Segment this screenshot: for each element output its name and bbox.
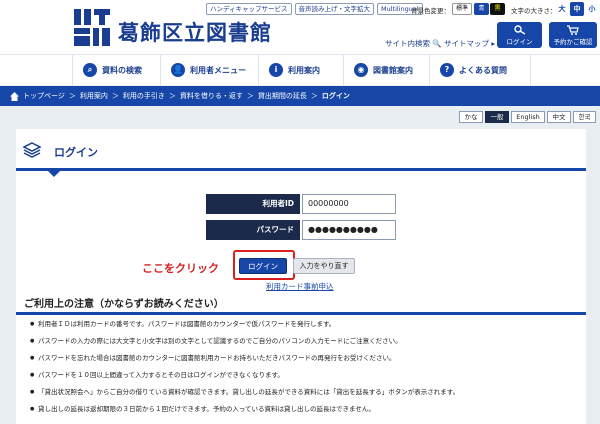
list-item: パスワードを１０回以上間違って入力するとその日はログインができなくなります。 bbox=[30, 372, 459, 389]
user-icon: 👤 bbox=[171, 63, 185, 77]
bg-blue-button[interactable]: 青 bbox=[474, 3, 489, 15]
list-item: 「貸出状況照会へ」からご自分の借りている資料が確認できます。貸し出しの延長ができ… bbox=[30, 389, 459, 406]
handicap-service-button[interactable]: ハンディキャップサービス bbox=[206, 3, 292, 15]
text-size-medium-button[interactable]: 中 bbox=[570, 2, 584, 16]
list-item: 利用者ＩＤは利用カードの番号です。パスワードは図書館のカウンターで仮パスワードを… bbox=[30, 321, 459, 338]
header-login-button[interactable]: ログイン bbox=[497, 22, 542, 48]
user-id-input[interactable]: 00000000 bbox=[302, 194, 396, 214]
read-aloud-button[interactable]: 音声読み上げ・文字拡大 bbox=[294, 3, 375, 15]
bg-color-label: 背景色変更： bbox=[411, 7, 450, 15]
bg-standard-button[interactable]: 標準 bbox=[452, 3, 472, 15]
lang-kana-button[interactable]: かな bbox=[459, 111, 483, 123]
home-icon bbox=[10, 91, 19, 101]
breadcrumb-top[interactable]: トップページ bbox=[23, 91, 65, 101]
page-title: ログイン bbox=[54, 146, 98, 159]
login-panel: ログイン 利用者ID 00000000 パスワード ●●●●●●●●●● ここを… bbox=[16, 129, 586, 424]
site-header: 葛飾区立図書館 ハンディキャップサービス 音声読み上げ・文字拡大 Multili… bbox=[0, 0, 600, 54]
breadcrumb-guide[interactable]: 利用の手引き bbox=[123, 91, 165, 101]
login-submit-button[interactable]: ログイン bbox=[239, 258, 287, 274]
breadcrumb: トップページ＞ 利用案内＞ 利用の手引き＞ 資料を借りる・返す＞ 貸出期間の延長… bbox=[0, 86, 600, 106]
card-preregister-link[interactable]: 利用カード事前申込 bbox=[266, 281, 334, 292]
reservation-cart-button[interactable]: 予約かご確認 bbox=[549, 22, 597, 48]
nav-item-usage-guide[interactable]: i 利用案内 bbox=[258, 55, 343, 85]
site-search-link[interactable]: サイト内検索 🔍 bbox=[385, 38, 442, 49]
notice-list: 利用者ＩＤは利用カードの番号です。パスワードは図書館のカウンターで仮パスワードを… bbox=[30, 321, 459, 423]
nav-item-library-guide[interactable]: ◉ 図書館案内 bbox=[343, 55, 429, 85]
breadcrumb-borrow[interactable]: 資料を借りる・返す bbox=[180, 91, 243, 101]
lang-korean-button[interactable]: 한국 bbox=[573, 111, 596, 123]
lang-chinese-button[interactable]: 中文 bbox=[547, 111, 571, 123]
cart-icon bbox=[567, 25, 579, 35]
nav-item-user-menu[interactable]: 👤 利用者メニュー bbox=[160, 55, 258, 85]
question-icon: ? bbox=[440, 63, 454, 77]
breadcrumb-extend[interactable]: 貸出期間の延長 bbox=[258, 91, 307, 101]
list-item: 貸し出しの延長は返却期限の３日前から１回だけできます。予約の入っている資料は貸し… bbox=[30, 406, 459, 423]
bg-black-button[interactable]: 黒 bbox=[490, 3, 505, 15]
breadcrumb-usage[interactable]: 利用案内 bbox=[80, 91, 108, 101]
site-name[interactable]: 葛飾区立図書館 bbox=[118, 17, 272, 47]
site-map-link[interactable]: サイトマップ ▸ bbox=[444, 38, 495, 49]
nav-item-faq[interactable]: ? よくある質問 bbox=[429, 55, 531, 85]
password-label: パスワード bbox=[206, 220, 300, 240]
text-size-small-button[interactable]: 小 bbox=[585, 2, 599, 16]
lang-general-button[interactable]: 一般 bbox=[485, 111, 509, 123]
lang-english-button[interactable]: English bbox=[511, 111, 545, 123]
user-id-label: 利用者ID bbox=[206, 194, 300, 214]
click-here-annotation: ここをクリック bbox=[142, 262, 219, 275]
password-input[interactable]: ●●●●●●●●●● bbox=[302, 220, 396, 240]
list-item: パスワードを忘れた場合は図書館のカウンターに図書館利用カードお持ちいただきパスワ… bbox=[30, 355, 459, 372]
text-size-label: 文字の大きさ： bbox=[511, 7, 557, 15]
search-icon: ⌕ bbox=[83, 63, 97, 77]
location-pin-icon: ◉ bbox=[354, 63, 368, 77]
utility-buttons: ハンディキャップサービス 音声読み上げ・文字拡大 Multilingual bbox=[206, 3, 423, 15]
breadcrumb-current: ログイン bbox=[321, 92, 350, 100]
main-nav: ⌕ 資料の検索 👤 利用者メニュー i 利用案内 ◉ 図書館案内 ? よくある質… bbox=[0, 54, 600, 85]
page-title-bar: ログイン bbox=[16, 129, 586, 171]
layers-icon bbox=[23, 142, 41, 158]
reset-input-button[interactable]: 入力をやり直す bbox=[293, 258, 355, 274]
info-icon: i bbox=[269, 63, 283, 77]
library-logo-icon[interactable] bbox=[72, 6, 112, 48]
list-item: パスワードの入力の際には大文字と小文字は別の文字として認識するのでご自分のパソコ… bbox=[30, 338, 459, 355]
key-icon bbox=[513, 25, 525, 35]
notice-divider bbox=[16, 312, 586, 315]
nav-item-search[interactable]: ⌕ 資料の検索 bbox=[72, 55, 160, 85]
notice-heading: ご利用上の注意（かならずお読みください） bbox=[24, 299, 224, 310]
text-size-large-button[interactable]: 大 bbox=[555, 2, 569, 16]
title-notch bbox=[48, 171, 60, 177]
